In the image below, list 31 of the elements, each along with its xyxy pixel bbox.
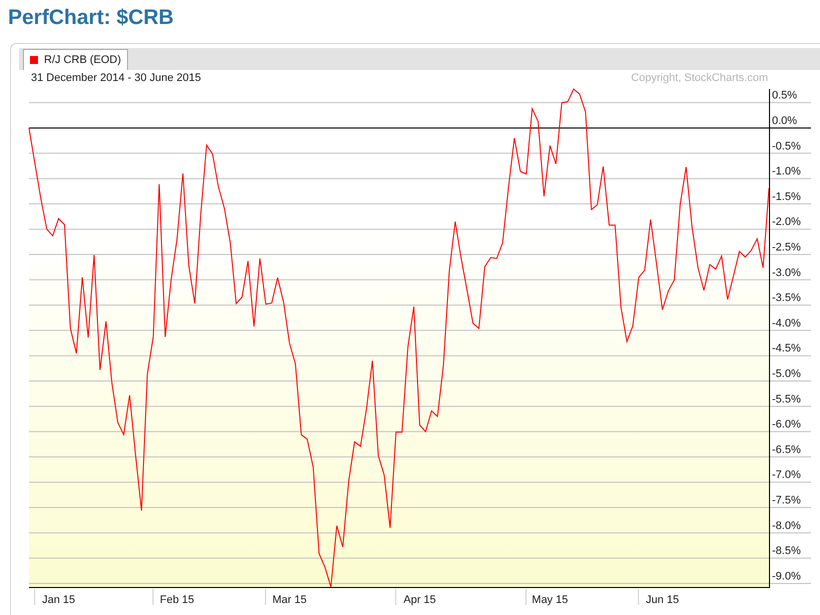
- x-axis-label: Feb 15: [160, 594, 194, 606]
- y-axis-label: -7.5%: [772, 494, 801, 507]
- y-axis-label: -1.5%: [772, 190, 801, 203]
- y-axis-label: -6.5%: [772, 444, 801, 456]
- y-axis-label: -4.0%: [772, 317, 801, 330]
- copyright: Copyright, StockCharts.com: [631, 72, 768, 84]
- y-axis-label: -0.5%: [772, 140, 801, 152]
- x-axis-label: Jan 15: [42, 594, 76, 606]
- y-axis-label: -9.0%: [772, 570, 801, 582]
- x-axis-label: Mar 15: [272, 594, 307, 606]
- legend-label: R/J CRB (EOD): [44, 54, 121, 66]
- y-axis-label: -5.0%: [772, 368, 801, 380]
- x-axis-label: Apr 15: [404, 594, 436, 606]
- y-axis-label: -2.5%: [772, 242, 801, 254]
- y-axis-label: -3.5%: [772, 292, 801, 304]
- date-range: 31 December 2014 - 30 June 2015: [31, 72, 202, 84]
- y-axis-label: -6.0%: [772, 418, 801, 431]
- x-axis-label: Jun 15: [646, 594, 679, 606]
- x-axis-label: May 15: [532, 594, 568, 606]
- page-title: PerfChart: $CRB: [7, 5, 175, 31]
- y-axis-label: -4.5%: [772, 342, 801, 355]
- y-axis-label: -5.5%: [772, 393, 801, 406]
- y-axis-label: -7.0%: [772, 469, 801, 482]
- y-axis-label: -2.0%: [772, 216, 801, 228]
- legend-item[interactable]: R/J CRB (EOD): [23, 49, 128, 70]
- y-axis-label: -8.5%: [772, 545, 801, 558]
- y-axis-label: 0.0%: [772, 114, 798, 127]
- y-axis-label: -3.0%: [772, 266, 801, 279]
- y-axis-label: -8.0%: [772, 520, 801, 532]
- y-axis-label: 0.5%: [772, 90, 798, 102]
- y-axis-label: -1.0%: [772, 166, 801, 178]
